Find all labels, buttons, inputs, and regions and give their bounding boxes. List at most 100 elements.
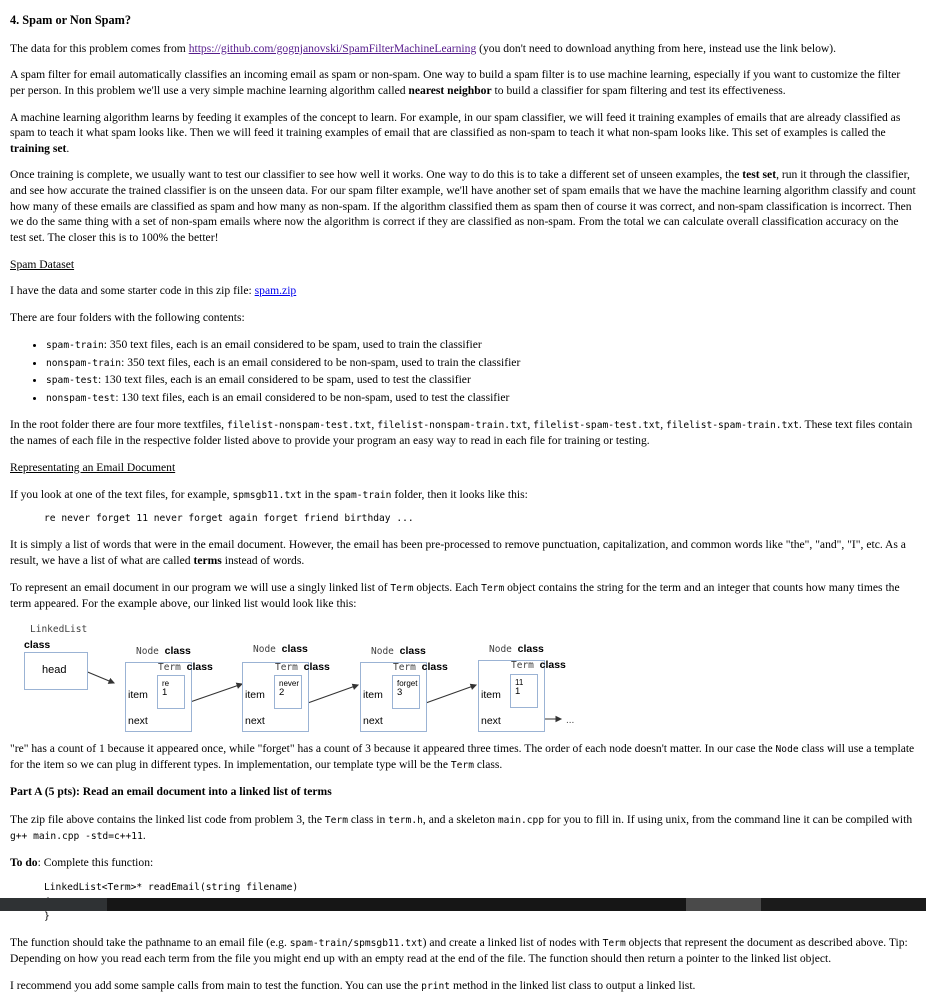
term-count: 2: [279, 687, 285, 699]
paragraph-recommend: I recommend you add some sample calls fr…: [10, 978, 916, 994]
document-page: 4. Spam or Non Spam? The data for this p…: [0, 0, 926, 992]
nearest-neighbor-bold: nearest neighbor: [408, 83, 492, 97]
class-word: class: [164, 645, 191, 658]
ml-text-2: .: [66, 141, 70, 155]
term-class-label: Term class: [393, 660, 448, 675]
paragraph-machine-learning: A machine learning algorithm learns by f…: [10, 110, 916, 157]
term-box: re 1: [157, 675, 185, 710]
node-next-label: next: [363, 715, 383, 728]
example-folder-name: spam-train: [333, 489, 392, 501]
node-class-label: Node class: [489, 642, 544, 657]
paragraph-look-at-file: If you look at one of the text files, fo…: [10, 487, 916, 503]
folder-desc: : 130 text files, each is an email consi…: [97, 373, 471, 387]
example-file-name: spmsgb11.txt: [232, 489, 302, 501]
folder-name: spam-train: [46, 339, 104, 351]
folder-name: spam-test: [46, 375, 98, 387]
class-word: class: [303, 661, 330, 674]
class-word: class: [517, 643, 544, 656]
folder-name: nonspam-train: [46, 357, 122, 369]
look-text-3: folder, then it looks like this:: [391, 487, 528, 501]
folder-name: nonspam-test: [46, 393, 116, 405]
folder-desc: : 350 text files, each is an email consi…: [121, 355, 521, 369]
node-word: Node: [371, 646, 394, 658]
page-title: 4. Spam or Non Spam?: [10, 13, 132, 27]
node-next-label: next: [245, 715, 265, 728]
paragraph-todo: To do: Complete this function:: [10, 855, 916, 871]
ml-text-1: A machine learning algorithm learns by f…: [10, 110, 901, 140]
paragraph-spam-filter: A spam filter for email automatically cl…: [10, 67, 916, 98]
paragraph-textfiles: In the root folder there are four more t…: [10, 417, 916, 449]
term-word: Term: [511, 660, 534, 672]
taskbar-window-segment[interactable]: [107, 898, 686, 911]
intro-prefix-text: The data for this problem comes from: [10, 41, 189, 55]
filelist-spam-train-name: filelist-spam-train.txt: [666, 420, 799, 432]
node-item-label: item: [245, 689, 265, 702]
paragraph-terms: It is simply a list of words that were i…: [10, 537, 916, 568]
todo-bold-label: To do: [10, 855, 38, 869]
taskbar-active-window-segment[interactable]: [686, 898, 761, 911]
folder-desc: : 130 text files, each is an email consi…: [115, 391, 510, 405]
main-cpp-file: main.cpp: [497, 814, 545, 826]
class-word: class: [186, 661, 213, 674]
folder-list: spam-train: 350 text files, each is an e…: [10, 337, 916, 407]
counts-text-1: "re" has a count of 1 because it appeare…: [10, 742, 776, 756]
github-repo-link[interactable]: https://github.com/gognjanovski/SpamFilt…: [189, 42, 477, 55]
look-text-2: in the: [301, 487, 334, 501]
recommend-text-2: method in the linked list class to outpu…: [450, 979, 696, 993]
term-class-label: Term class: [275, 660, 330, 675]
term-box: never 2: [274, 675, 302, 710]
paragraph-four-folders: There are four folders with the followin…: [10, 310, 245, 324]
counts-text-3: class.: [473, 758, 503, 772]
represent-text-2: objects. Each: [413, 580, 482, 594]
sample-email-content: re never forget 11 never forget again fo…: [44, 513, 414, 525]
spam-zip-link[interactable]: spam.zip: [255, 284, 297, 297]
term-class-ref: Term: [324, 814, 348, 826]
term-count: 1: [515, 686, 521, 698]
term-class-label: Term class: [158, 660, 213, 675]
test-set-bold: test set: [742, 168, 777, 182]
node-class-ref: Node: [775, 744, 799, 756]
class-word: class: [281, 643, 308, 656]
filelist-nonspam-train-name: filelist-nonspam-train.txt: [377, 420, 528, 432]
textfiles-text-1: In the root folder there are four more t…: [10, 418, 227, 432]
recommend-text-1: I recommend you add some sample calls fr…: [10, 979, 422, 993]
zipfile-text-3: , and a skeleton: [422, 812, 498, 826]
function-text-1: The function should take the pathname to…: [10, 936, 290, 950]
node-item-label: item: [128, 689, 148, 702]
look-text-1: If you look at one of the text files, fo…: [10, 487, 233, 501]
linkedlist-class-label-line2: class: [24, 639, 51, 652]
term-class-ref: Term: [450, 760, 474, 772]
spam-filter-text-2: to build a classifier for spam filtering…: [491, 83, 786, 97]
function-text-2: ) and create a linked list of nodes with: [422, 936, 603, 950]
class-word: class: [421, 661, 448, 674]
paragraph-zip-file: I have the data and some starter code in…: [10, 283, 916, 299]
taskbar-start-segment[interactable]: [0, 898, 107, 911]
term-class-ref: Term: [602, 938, 626, 950]
linked-list-diagram: LinkedList class head Node class Term cl…: [10, 622, 916, 735]
node-class-label: Node class: [371, 644, 426, 659]
node-word: Node: [253, 644, 276, 656]
filelist-nonspam-test-name: filelist-nonspam-test.txt: [226, 420, 372, 432]
paragraph-represent-document: To represent an email document in our pr…: [10, 580, 916, 612]
paragraph-intro: The data for this problem comes from htt…: [10, 41, 916, 57]
head-pointer-label: head: [42, 664, 67, 677]
folder-desc: : 350 text files, each is an email consi…: [103, 337, 482, 351]
zipfile-text-5: .: [142, 828, 146, 842]
linkedlist-class-label-line1: LinkedList: [30, 624, 88, 636]
taskbar[interactable]: [0, 898, 926, 911]
node-next-label: next: [128, 715, 148, 728]
paragraph-counts: "re" has a count of 1 because it appeare…: [10, 741, 916, 773]
class-word: class: [399, 645, 426, 658]
list-item: nonspam-train: 350 text files, each is a…: [46, 355, 916, 371]
class-word: class: [539, 659, 566, 672]
node-word: Node: [489, 644, 512, 656]
node-word: Node: [136, 646, 159, 658]
taskbar-tray-segment[interactable]: [761, 898, 926, 911]
section-heading-spam-dataset: Spam Dataset: [10, 257, 75, 271]
term-count: 1: [162, 687, 168, 699]
paragraph-zipfile-contents: The zip file above contains the linked l…: [10, 812, 916, 844]
term-word: Term: [158, 662, 181, 674]
term-box: forget 3: [392, 675, 420, 710]
part-a-heading: Part A (5 pts): Read an email document i…: [10, 784, 916, 800]
term-word: Term: [275, 662, 298, 674]
